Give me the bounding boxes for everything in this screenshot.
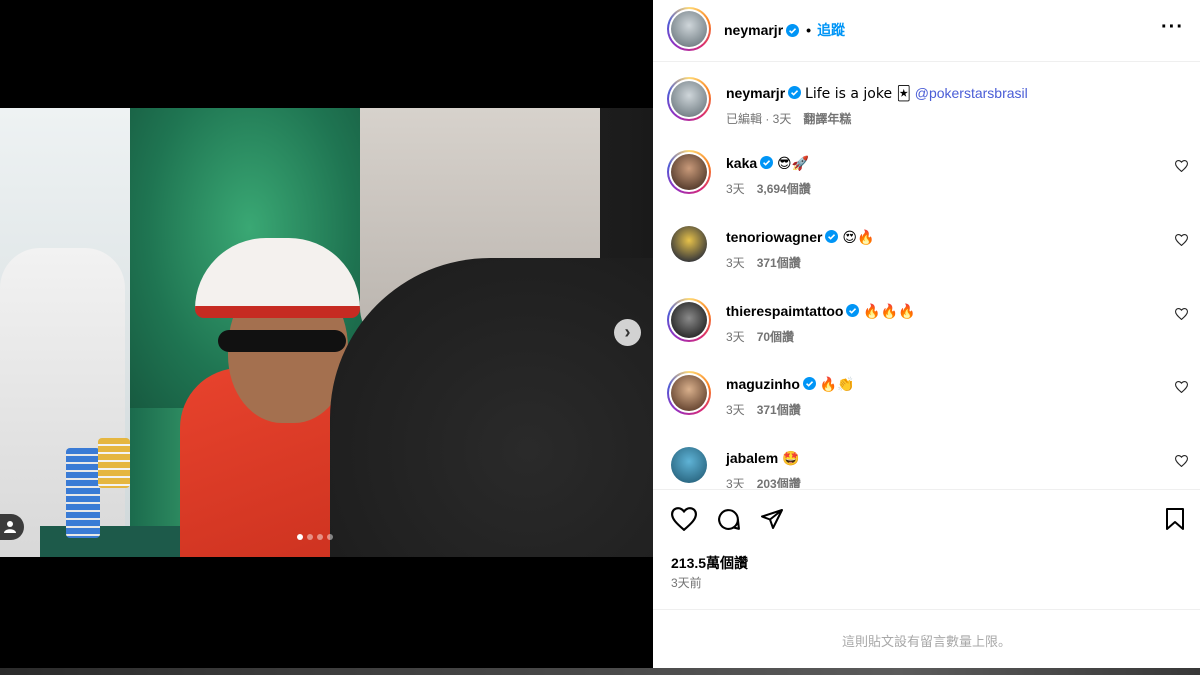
comment-likes[interactable]: 203個讚 [757, 475, 801, 488]
comment-likes[interactable]: 70個讚 [757, 328, 794, 345]
comment-username[interactable]: thierespaimtattoo [726, 303, 843, 319]
post-actions: 213.5萬個讚 3天前 [653, 489, 1200, 609]
photo-chips-gold [98, 438, 130, 488]
translate-button[interactable]: 翻譯年糕 [803, 110, 851, 127]
comment-likes[interactable]: 371個讚 [757, 254, 801, 271]
heart-icon[interactable] [1175, 160, 1188, 172]
comment-username[interactable]: kaka [726, 155, 757, 171]
post-side-panel: neymarjr • 追蹤 ··· neymarjr Life is a jok… [653, 0, 1200, 668]
comment-text: 🔥👏 [819, 377, 855, 393]
share-icon[interactable] [759, 507, 785, 531]
caption-text: Life is a joke 🃏 [805, 86, 911, 102]
comment-username[interactable]: jabalem [726, 450, 778, 466]
heart-icon[interactable] [1175, 381, 1188, 393]
comments-list[interactable]: neymarjr Life is a joke 🃏 @pokerstarsbra… [653, 62, 1200, 488]
comment-time: 3天 [726, 182, 745, 196]
verified-badge-icon [786, 23, 800, 37]
comment-time: 3天 [726, 403, 745, 417]
avatar[interactable] [667, 150, 711, 194]
comment-username[interactable]: tenoriowagner [726, 229, 822, 245]
caption-edited: 已編輯 · 3天 [726, 112, 792, 126]
bookmark-icon[interactable] [1164, 507, 1186, 531]
likes-count[interactable]: 213.5萬個讚 [671, 553, 748, 573]
avatar[interactable] [671, 447, 707, 483]
avatar[interactable] [667, 77, 711, 121]
avatar[interactable] [667, 298, 711, 342]
post-header: neymarjr • 追蹤 ··· [653, 0, 1200, 62]
follow-button[interactable]: 追蹤 [817, 20, 845, 40]
avatar[interactable] [667, 7, 711, 51]
photo-person-left [0, 248, 125, 557]
comment-username[interactable]: maguzinho [726, 376, 800, 392]
next-slide-button[interactable]: › [614, 319, 641, 346]
comment-text: 🔥🔥🔥 [863, 304, 916, 320]
carousel-dot [317, 534, 323, 540]
photo-foreground-person [330, 258, 653, 557]
carousel-dot [297, 534, 303, 540]
verified-badge-icon [825, 230, 839, 243]
heart-icon[interactable] [1175, 455, 1188, 467]
comment-likes[interactable]: 3,694個讚 [757, 180, 811, 197]
heart-icon[interactable] [1175, 234, 1188, 246]
carousel-dot [327, 534, 333, 540]
heart-icon[interactable] [1175, 308, 1188, 320]
carousel-dots [297, 534, 333, 540]
avatar[interactable] [667, 371, 711, 415]
verified-badge-icon [802, 377, 816, 390]
verified-badge-icon [788, 86, 802, 99]
verified-badge-icon [760, 156, 774, 169]
caption-mention[interactable]: @pokerstarsbrasil [915, 85, 1028, 101]
header-username[interactable]: neymarjr [724, 22, 783, 38]
comment-icon[interactable] [716, 507, 741, 532]
user-icon [4, 521, 16, 533]
comment-text: 😎🚀 [777, 156, 810, 172]
comment-time: 3天 [726, 330, 745, 344]
comments-limited-notice: 這則貼文設有留言數量上限。 [841, 634, 1011, 649]
header-separator: • [806, 22, 812, 38]
comment-text: 😍🔥 [842, 230, 875, 246]
caption-username[interactable]: neymarjr [726, 85, 785, 101]
comment-text: 🤩 [782, 451, 800, 467]
post-media-area: › [0, 0, 653, 668]
comment-footer: 這則貼文設有留言數量上限。 [653, 609, 1200, 668]
carousel-dot [307, 534, 313, 540]
comment-likes[interactable]: 371個讚 [757, 401, 801, 418]
like-heart-icon[interactable] [671, 507, 697, 531]
photo-sunglasses [218, 330, 346, 352]
more-options-icon[interactable]: ··· [1161, 17, 1184, 37]
feed-bottom-strip [0, 668, 1200, 675]
comment-time: 3天 [726, 477, 745, 488]
post-photo[interactable] [0, 108, 653, 557]
comment-time: 3天 [726, 256, 745, 270]
avatar[interactable] [671, 226, 707, 262]
post-time: 3天前 [671, 576, 702, 590]
verified-badge-icon [846, 304, 860, 317]
photo-chips-blue [66, 448, 100, 538]
